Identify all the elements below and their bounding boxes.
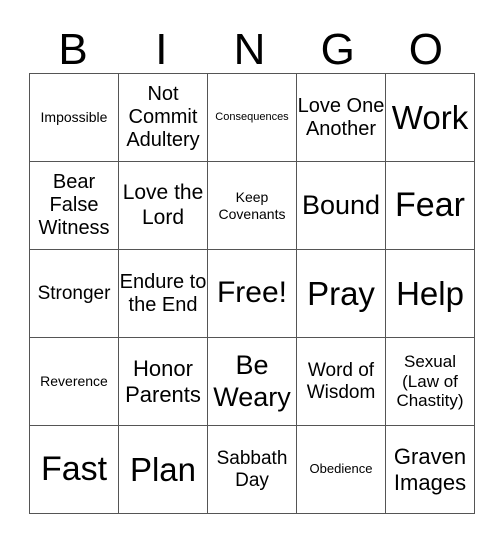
header-letter-o: O xyxy=(408,25,444,74)
bingo-cell[interactable]: Reverence xyxy=(29,337,119,426)
bingo-cell[interactable]: Fast xyxy=(29,425,119,514)
grid-row: Reverence Honor Parents Be Weary Word of… xyxy=(29,337,475,426)
bingo-cell[interactable]: Fear xyxy=(385,161,475,250)
bingo-cell[interactable]: Keep Covenants xyxy=(207,161,297,250)
bingo-cell[interactable]: Consequences xyxy=(207,73,297,162)
bingo-grid: Impossible Not Commit Adultery Consequen… xyxy=(29,73,475,514)
grid-row: Fast Plan Sabbath Day Obedience Graven I… xyxy=(29,425,475,514)
bingo-cell[interactable]: Sabbath Day xyxy=(207,425,297,514)
grid-row: Bear False Witness Love the Lord Keep Co… xyxy=(29,161,475,250)
bingo-cell[interactable]: Endure to the End xyxy=(118,249,208,338)
bingo-cell[interactable]: Work xyxy=(385,73,475,162)
bingo-header: B I N G O xyxy=(29,28,470,72)
bingo-cell[interactable]: Plan xyxy=(118,425,208,514)
bingo-cell[interactable]: Be Weary xyxy=(207,337,297,426)
bingo-cell[interactable]: Obedience xyxy=(296,425,386,514)
bingo-cell[interactable]: Word of Wisdom xyxy=(296,337,386,426)
header-letter-n: N xyxy=(233,25,266,74)
grid-row: Impossible Not Commit Adultery Consequen… xyxy=(29,73,475,162)
bingo-cell[interactable]: Stronger xyxy=(29,249,119,338)
bingo-cell[interactable]: Graven Images xyxy=(385,425,475,514)
bingo-cell[interactable]: Bear False Witness xyxy=(29,161,119,250)
bingo-cell[interactable]: Help xyxy=(385,249,475,338)
bingo-cell[interactable]: Pray xyxy=(296,249,386,338)
bingo-cell[interactable]: Love One Another xyxy=(296,73,386,162)
bingo-cell[interactable]: Impossible xyxy=(29,73,119,162)
free-space-cell[interactable]: Free! xyxy=(207,249,297,338)
header-letter-b: B xyxy=(58,25,88,74)
bingo-cell[interactable]: Not Commit Adultery xyxy=(118,73,208,162)
bingo-cell[interactable]: Love the Lord xyxy=(118,161,208,250)
header-letter-g: G xyxy=(320,25,355,74)
bingo-cell[interactable]: Sexual (Law of Chastity) xyxy=(385,337,475,426)
bingo-cell[interactable]: Honor Parents xyxy=(118,337,208,426)
grid-row: Stronger Endure to the End Free! Pray He… xyxy=(29,249,475,338)
bingo-cell[interactable]: Bound xyxy=(296,161,386,250)
header-letter-i: I xyxy=(155,25,168,74)
